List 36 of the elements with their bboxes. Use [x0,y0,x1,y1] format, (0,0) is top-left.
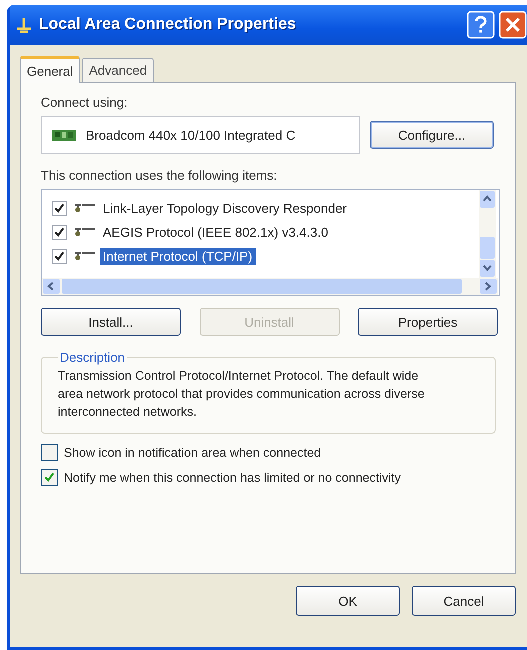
network-card-icon [52,128,76,142]
checkbox[interactable] [41,444,58,461]
checkbox[interactable] [52,200,67,216]
check-icon [44,472,55,483]
protocol-icon [74,250,96,262]
item-action-button[interactable]: Properties [358,308,498,336]
window-title: Local Area Connection Properties [39,16,298,34]
protocol-icon [74,202,96,214]
option-label[interactable]: Notify me when this connection has limited or no connectivity [64,470,401,484]
checkbox[interactable] [52,224,67,240]
check-icon [54,226,65,238]
close-icon[interactable] [499,11,527,39]
help-icon[interactable] [467,11,495,39]
description-title: Description [59,350,126,365]
description-text: Transmission Control Protocol/Internet Protocol. The default wide area network protocol that provides communication across diverse interconnected networks. [58,368,426,421]
network-icon [15,17,33,33]
adapter-name: Broadcom 440x 10/100 Integrated C [86,128,296,142]
option-label[interactable]: Show icon in notification area when connected [64,446,322,460]
list-item[interactable]: AEGIS Protocol (IEEE 802.1x) v3.4.3.0 [100,224,332,240]
list-item[interactable]: Link-Layer Topology Discovery Responder [100,200,350,216]
items-label: This connection uses the following items: [41,168,278,183]
item-action-button[interactable]: Install... [41,308,181,336]
dialog-button[interactable]: OK [296,586,400,616]
tab[interactable]: General [20,56,80,83]
tab[interactable]: Advanced [82,58,154,82]
horizontal-scrollbar[interactable] [42,278,498,295]
list-item[interactable]: Internet Protocol (TCP/IP) [100,248,256,264]
check-icon [54,250,65,262]
checkbox[interactable] [41,469,58,486]
vertical-scrollbar[interactable] [479,190,496,278]
configure-button[interactable]: Configure... [370,121,494,149]
check-icon [54,202,65,214]
connect-using-label: Connect using: [41,95,129,110]
checkbox[interactable] [52,248,67,264]
dialog-button[interactable]: Cancel [412,586,516,616]
protocol-icon [74,226,96,238]
